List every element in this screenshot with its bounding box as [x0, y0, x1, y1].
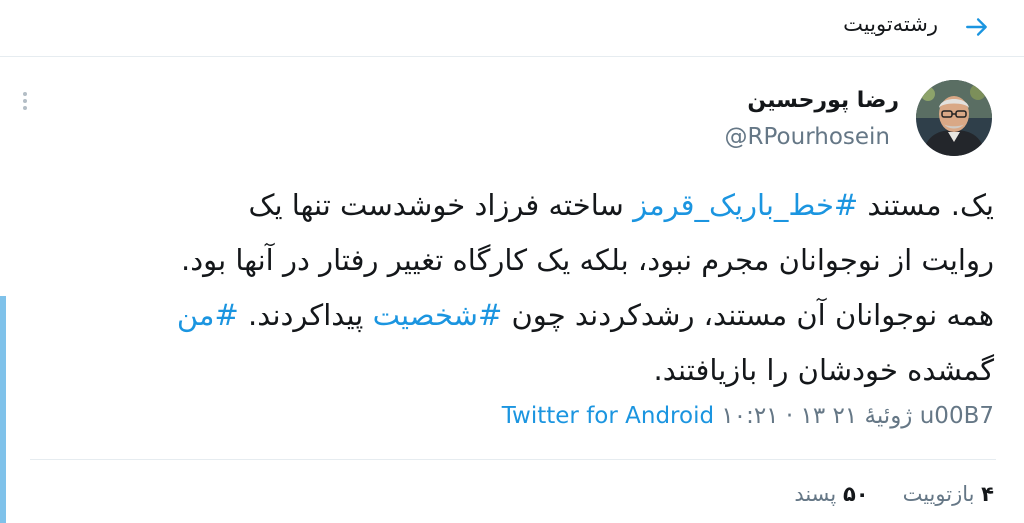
arrow-right-icon[interactable] — [964, 14, 990, 40]
likes-count: ۵۰ — [842, 482, 869, 506]
retweets-stat[interactable]: ۴ بازتوییت — [903, 482, 994, 506]
divider — [30, 459, 996, 460]
tweet-text-segment: ساخته فرزاد خوشدست تنها یک — [248, 188, 634, 222]
author-name[interactable]: رضا پورحسین — [747, 88, 899, 113]
page-title: رشته‌توییت — [843, 12, 938, 36]
hashtag-link[interactable]: #من — [177, 298, 239, 332]
tweet-stats: ۴ بازتوییت ۵۰ پسند — [794, 482, 994, 506]
top-bar: رشته‌توییت — [0, 0, 1024, 57]
tweet-text-segment: یک. مستند — [858, 188, 994, 222]
retweets-count: ۴ — [981, 482, 994, 506]
tweet-meta: Twitter for Android ۱۰:۲۱ · ۱۳ ژوئیهٔ ۲۱… — [502, 403, 994, 429]
tweet-text-segment: روایت از نوجوانان مجرم نبود، بلکه یک کار… — [180, 243, 994, 277]
tweet-text-line: روایت از نوجوانان مجرم نبود، بلکه یک کار… — [24, 233, 994, 288]
tweet-text-segment: گمشده خودشان را بازیافتند. — [653, 353, 994, 387]
author-handle[interactable]: @RPourhosein — [725, 124, 890, 150]
tweet-source-link[interactable]: Twitter for Android — [502, 403, 714, 429]
vertical-dots-icon[interactable] — [18, 92, 32, 114]
hashtag-link[interactable]: #شخصیت — [373, 298, 503, 332]
tweet-text-line: گمشده خودشان را بازیافتند. — [24, 343, 994, 398]
tweet-text-segment: پیداکردند. — [238, 298, 373, 332]
likes-label: پسند — [794, 482, 837, 506]
tweet-text-line: یک. مستند #خط_باریک_قرمز ساخته فرزاد خوش… — [24, 178, 994, 233]
tweet-text-segment: همه نوجوانان آن مستند، رشدکردند چون — [502, 298, 994, 332]
tweet-text: یک. مستند #خط_باریک_قرمز ساخته فرزاد خوش… — [24, 178, 994, 398]
likes-stat[interactable]: ۵۰ پسند — [794, 482, 868, 506]
retweets-label: بازتوییت — [902, 482, 975, 506]
tweet-text-line: همه نوجوانان آن مستند، رشدکردند چون #شخص… — [24, 288, 994, 343]
avatar[interactable] — [916, 80, 992, 156]
hashtag-link[interactable]: #خط_باریک_قرمز — [633, 188, 858, 222]
thread-accent-bar — [0, 296, 6, 523]
tweet-timestamp[interactable]: ۱۰:۲۱ · ۱۳ ژوئیهٔ ۲۱ u00B7 — [721, 403, 994, 429]
